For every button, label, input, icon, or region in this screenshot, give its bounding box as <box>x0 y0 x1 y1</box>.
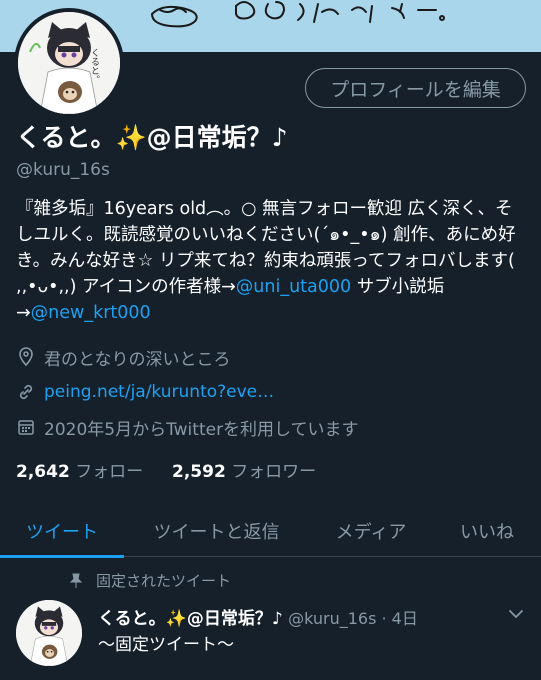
tab-label: ツイートと返信 <box>153 522 280 543</box>
followers-link[interactable]: 2,592 フォロワー <box>172 462 316 482</box>
display-name: くると。✨@日常垢？♪ <box>16 123 288 152</box>
bio-mention-link[interactable]: @uni_uta000 <box>236 277 351 297</box>
tab-media[interactable]: メディア <box>309 505 433 557</box>
following-link[interactable]: 2,642 フォロー <box>16 462 143 482</box>
profile-avatar[interactable]: くると。 <box>14 8 124 118</box>
website-row: peing.net/ja/kurunto?eve… <box>16 380 274 404</box>
follow-stats: 2,642 フォロー 2,592 フォロワー <box>16 457 316 482</box>
edit-profile-button[interactable]: プロフィールを編集 <box>305 68 526 108</box>
avatar-illustration <box>18 12 120 114</box>
pin-icon <box>68 573 84 589</box>
website-link[interactable]: peing.net/ja/kurunto?eve… <box>44 382 274 402</box>
tweet-author-name[interactable]: くると。✨@日常垢？♪ <box>98 609 283 629</box>
tab-tweets[interactable]: ツイート <box>0 505 124 558</box>
profile-handle: @kuru_16s <box>16 160 110 180</box>
avatar-caption: くると。 <box>89 48 99 84</box>
tweet-avatar[interactable] <box>16 600 82 666</box>
link-icon <box>16 382 36 402</box>
pinned-indicator: 固定されたツイート <box>68 570 231 591</box>
tab-tweets-and-replies[interactable]: ツイートと返信 <box>124 505 309 557</box>
profile-bio: 『雑多垢』16years old︵。○ 無言フォロー歓迎 広く深く、そしユルく。… <box>16 196 526 326</box>
tweet-text: 〜固定ツイート〜 <box>98 635 234 655</box>
tab-label: ツイート <box>26 522 98 543</box>
tweet-header: くると。✨@日常垢？♪ @kuru_16s · 4日 <box>98 604 418 629</box>
location-row: 君のとなりの深いところ <box>16 345 231 370</box>
tweet-author-handle: @kuru_16s · 4日 <box>288 609 418 628</box>
followers-label: フォロワー <box>231 462 317 482</box>
location-pin-icon <box>16 347 36 367</box>
avatar-illustration <box>16 600 82 666</box>
tab-label: いいね <box>460 522 514 543</box>
pinned-label: 固定されたツイート <box>96 572 232 590</box>
location-text: 君のとなりの深いところ <box>44 349 231 370</box>
tab-likes[interactable]: いいね <box>433 505 541 557</box>
following-count: 2,642 <box>16 462 70 482</box>
followers-count: 2,592 <box>172 462 226 482</box>
joined-row: 2020年5月からTwitterを利用しています <box>16 415 359 440</box>
calendar-icon <box>16 417 36 437</box>
tab-label: メディア <box>335 522 407 543</box>
following-label: フォロー <box>75 462 144 482</box>
chevron-down-icon[interactable] <box>506 606 526 622</box>
bio-mention-link-2[interactable]: @new_krt000 <box>31 303 151 323</box>
joined-text: 2020年5月からTwitterを利用しています <box>44 419 359 440</box>
profile-tabs: ツイート ツイートと返信 メディア いいね <box>0 505 541 558</box>
